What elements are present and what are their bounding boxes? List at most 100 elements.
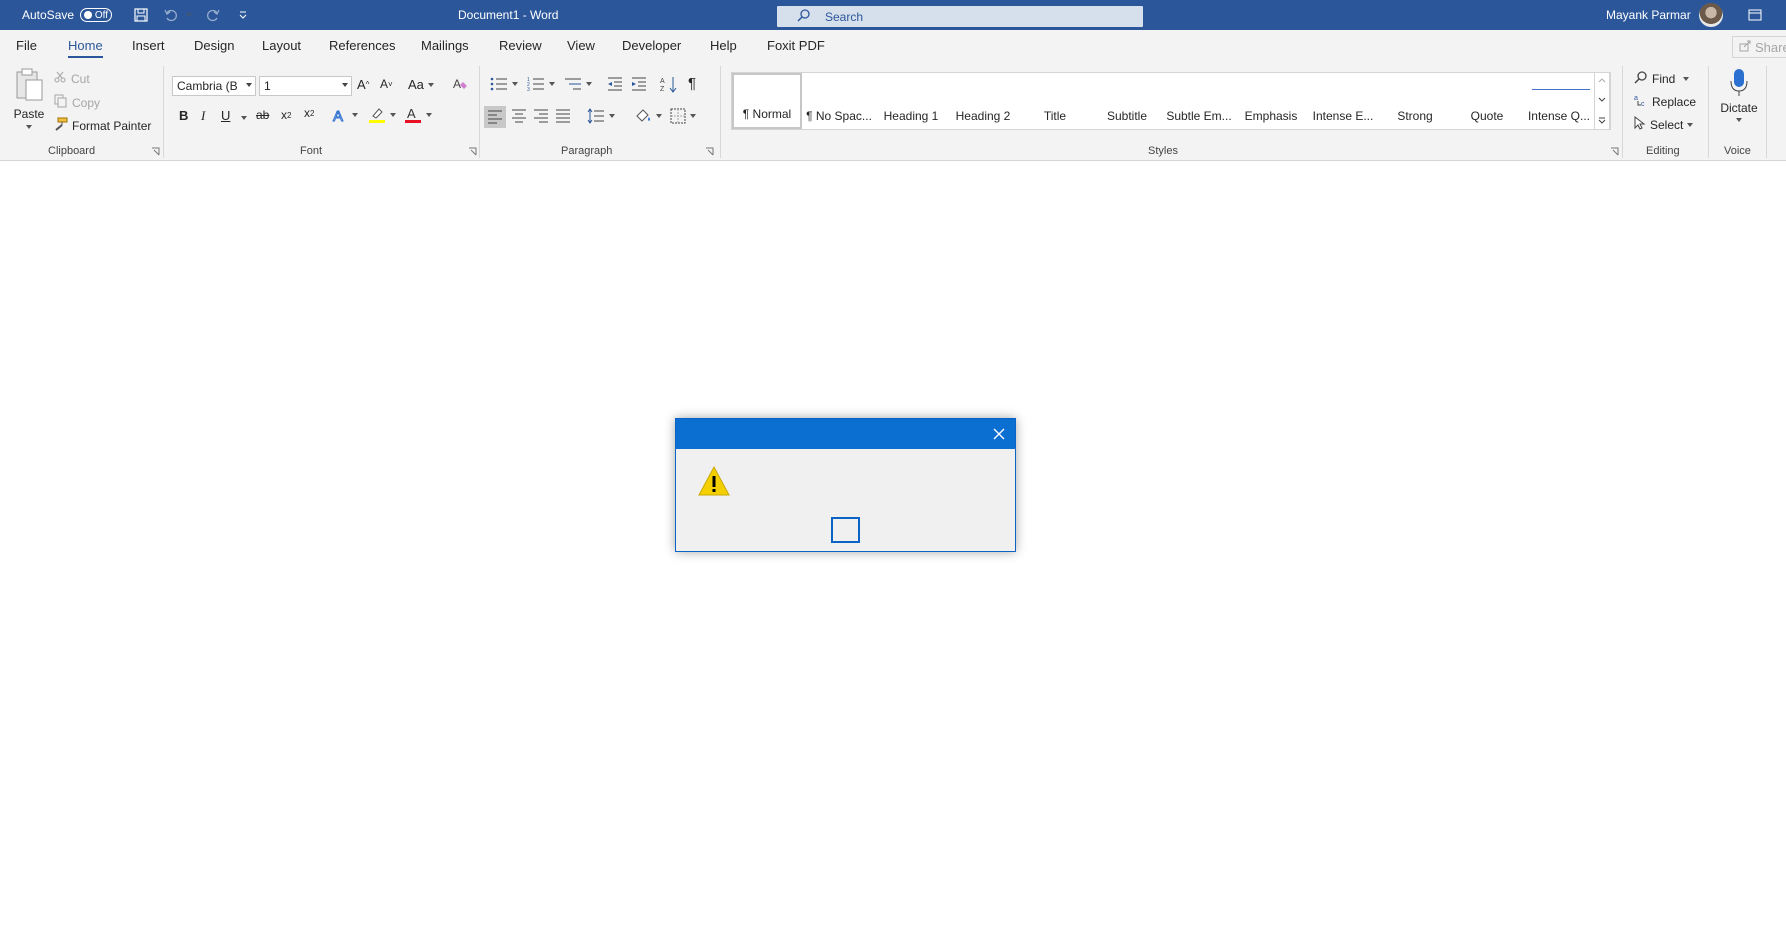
ribbon-display-options-icon[interactable]: [1748, 0, 1762, 30]
select-dropdown-icon: [1687, 122, 1694, 127]
tab-insert[interactable]: Insert: [132, 30, 165, 62]
decrease-indent-icon[interactable]: [607, 76, 623, 92]
tab-home[interactable]: Home: [68, 30, 103, 62]
find-dropdown-icon: [1683, 76, 1690, 81]
tab-developer[interactable]: Developer: [622, 30, 681, 62]
dictate-button[interactable]: Dictate: [1718, 68, 1760, 122]
style-emphasis[interactable]: Emphasis: [1236, 73, 1306, 129]
style-intense-emphasis[interactable]: Intense E...: [1308, 73, 1378, 129]
sort-icon[interactable]: AZ: [660, 75, 678, 93]
subscript-button[interactable]: x2: [281, 108, 291, 122]
find-label: Find: [1652, 71, 1676, 86]
align-center-icon[interactable]: [511, 109, 527, 123]
line-spacing-icon[interactable]: [587, 108, 615, 124]
style-normal[interactable]: ¶ Normal: [732, 73, 802, 129]
style-intense-quote[interactable]: Intense Q...: [1524, 73, 1594, 129]
format-painter-button[interactable]: Format Painter: [54, 117, 151, 134]
tab-help[interactable]: Help: [710, 30, 737, 62]
share-icon: [1739, 40, 1751, 55]
paste-dropdown-icon[interactable]: [26, 125, 32, 129]
font-launcher-icon[interactable]: [468, 147, 477, 156]
cut-button[interactable]: Cut: [54, 71, 90, 86]
close-icon[interactable]: [989, 424, 1009, 444]
font-name-combo[interactable]: Cambria (B: [172, 76, 256, 96]
paragraph-launcher-icon[interactable]: [705, 147, 714, 156]
undo-icon[interactable]: [160, 4, 182, 26]
document-canvas[interactable]: [0, 161, 1786, 946]
tab-foxit-pdf[interactable]: Foxit PDF: [767, 30, 825, 62]
tab-layout[interactable]: Layout: [262, 30, 301, 62]
text-effects-icon[interactable]: A: [332, 107, 358, 123]
tab-design[interactable]: Design: [194, 30, 234, 62]
grow-font-icon[interactable]: A ^: [357, 77, 369, 92]
highlight-icon[interactable]: [368, 106, 396, 124]
strikethrough-button[interactable]: ab: [256, 108, 269, 122]
style-subtle-emphasis[interactable]: Subtle Em...: [1164, 73, 1234, 129]
dialog-title-bar[interactable]: [676, 419, 1015, 449]
style-heading-2[interactable]: Heading 2: [948, 73, 1018, 129]
clipboard-launcher-icon[interactable]: [151, 147, 160, 156]
user-name[interactable]: Mayank Parmar: [1606, 0, 1691, 30]
numbering-icon[interactable]: 123: [527, 76, 555, 92]
paste-button[interactable]: Paste: [12, 68, 46, 129]
underline-button[interactable]: U: [221, 108, 230, 123]
share-button[interactable]: Share: [1732, 36, 1786, 58]
undo-dropdown-icon[interactable]: [186, 13, 192, 17]
text-effects-dropdown-icon: [352, 113, 358, 117]
shading-icon[interactable]: [634, 107, 662, 125]
search-placeholder: Search: [825, 9, 864, 24]
autosave-toggle[interactable]: Off: [80, 8, 113, 22]
underline-dropdown-icon[interactable]: [241, 116, 247, 120]
multilevel-list-icon[interactable]: [564, 76, 592, 92]
font-color-icon[interactable]: A: [404, 106, 432, 124]
style-heading-1[interactable]: Heading 1: [876, 73, 946, 129]
dialog-ok-button[interactable]: [831, 517, 860, 543]
styles-scroll: [1594, 72, 1610, 130]
bold-button[interactable]: B: [179, 108, 188, 123]
select-button[interactable]: Select: [1634, 115, 1694, 133]
style-strong[interactable]: Strong: [1380, 73, 1450, 129]
style-subtitle[interactable]: Subtitle: [1092, 73, 1162, 129]
style-quote[interactable]: Quote: [1452, 73, 1522, 129]
copy-button[interactable]: Copy: [54, 94, 100, 111]
styles-more-icon[interactable]: [1598, 117, 1606, 125]
styles-launcher-icon[interactable]: [1610, 147, 1619, 156]
tab-view[interactable]: View: [567, 30, 595, 62]
shrink-font-icon[interactable]: A ˅: [380, 77, 393, 91]
style-title[interactable]: Title: [1020, 73, 1090, 129]
shading-dropdown-icon: [656, 114, 662, 118]
tab-review[interactable]: Review: [499, 30, 542, 62]
search-icon: [797, 8, 811, 25]
numbering-dropdown-icon: [549, 82, 555, 86]
redo-icon[interactable]: [202, 4, 224, 26]
replace-icon: ac: [1634, 93, 1648, 110]
superscript-button[interactable]: x2: [304, 106, 314, 120]
font-size-dropdown-icon[interactable]: [342, 83, 348, 87]
replace-button[interactable]: ac Replace: [1634, 93, 1696, 110]
tab-mailings[interactable]: Mailings: [421, 30, 469, 62]
style-no-spacing[interactable]: ¶ No Spac...: [804, 73, 874, 129]
save-icon[interactable]: [130, 4, 152, 26]
paste-label: Paste: [13, 107, 45, 121]
align-right-icon[interactable]: [533, 109, 549, 123]
find-button[interactable]: Find: [1634, 70, 1690, 87]
styles-scroll-up-icon[interactable]: [1598, 77, 1606, 83]
increase-indent-icon[interactable]: [631, 76, 647, 92]
font-name-dropdown-icon[interactable]: [246, 83, 252, 87]
bullets-icon[interactable]: [490, 76, 518, 92]
borders-icon[interactable]: [670, 108, 696, 124]
styles-scroll-down-icon[interactable]: [1598, 97, 1606, 103]
font-size-combo[interactable]: 1: [259, 76, 352, 96]
avatar[interactable]: [1699, 0, 1723, 30]
show-formatting-marks-button[interactable]: ¶: [688, 75, 696, 92]
change-case-button[interactable]: Aa: [408, 77, 434, 92]
search-box[interactable]: Search: [777, 6, 1143, 27]
align-left-icon[interactable]: [484, 106, 506, 128]
tab-file[interactable]: File: [16, 30, 37, 62]
tab-references[interactable]: References: [329, 30, 395, 62]
autosave-area[interactable]: AutoSave Off: [22, 0, 113, 30]
customize-qat-icon[interactable]: [232, 4, 254, 26]
clear-formatting-icon[interactable]: A: [452, 76, 468, 92]
italic-button[interactable]: I: [201, 108, 205, 124]
justify-icon[interactable]: [555, 109, 571, 123]
